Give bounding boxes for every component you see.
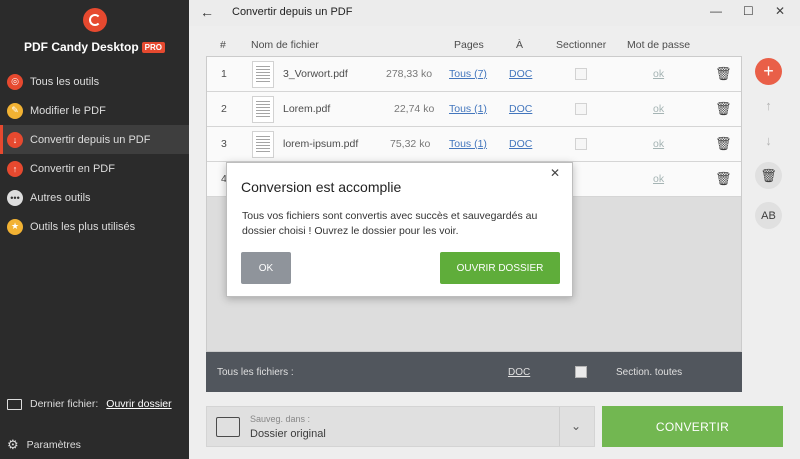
pro-badge: PRO [141, 42, 166, 53]
sidebar-item-label: Convertir en PDF [30, 162, 115, 175]
open-folder-link[interactable]: Ouvrir dossier [106, 398, 171, 410]
last-file-label: Dernier fichier: [30, 398, 99, 410]
sidebar: PDF Candy Desktop PRO ◎ Tous les outils ✎… [0, 0, 189, 459]
edit-icon: ✎ [7, 102, 23, 119]
convert-from-icon: ↓ [7, 131, 23, 148]
dialog-message: Tous vos fichiers sont convertis avec su… [242, 210, 538, 237]
candy-logo-icon [82, 8, 107, 32]
brand-name: PDF Candy Desktop PRO [0, 40, 189, 54]
dialog-title: Conversion est accomplie [241, 179, 402, 195]
settings-button[interactable]: ⚙ Paramètres [0, 437, 189, 453]
folder-icon [7, 398, 22, 410]
conversion-complete-dialog: ✕ Conversion est accomplie Tous vos fich… [226, 162, 573, 297]
close-icon[interactable]: ✕ [550, 166, 560, 180]
logo: PDF Candy Desktop PRO [0, 8, 189, 54]
sidebar-item-convert-to-pdf[interactable]: ↑ Convertir en PDF [0, 154, 189, 183]
sidebar-item-edit-pdf[interactable]: ✎ Modifier le PDF [0, 96, 189, 125]
sidebar-item-label: Outils les plus utilisés [30, 220, 136, 233]
sidebar-nav: ◎ Tous les outils ✎ Modifier le PDF ↓ Co… [0, 67, 189, 241]
page-title: Convertir depuis un PDF [232, 6, 353, 18]
brand-text: PDF Candy Desktop [23, 40, 139, 54]
candy-icon: ◎ [7, 73, 23, 90]
convert-to-icon: ↑ [7, 160, 23, 177]
last-file: Dernier fichier: Ouvrir dossier [0, 398, 189, 410]
star-icon: ★ [7, 218, 23, 235]
sidebar-item-other-tools[interactable]: ••• Autres outils [0, 183, 189, 212]
maximize-icon[interactable]: ☐ [743, 4, 754, 18]
sidebar-item-most-used[interactable]: ★ Outils les plus utilisés [0, 212, 189, 241]
sidebar-item-convert-from-pdf[interactable]: ↓ Convertir depuis un PDF [0, 125, 189, 154]
dots-icon: ••• [7, 189, 23, 206]
sidebar-item-all-tools[interactable]: ◎ Tous les outils [0, 67, 189, 96]
open-folder-button[interactable]: OUVRIR DOSSIER [440, 252, 560, 284]
back-arrow-icon[interactable]: ← [200, 4, 214, 20]
ok-button[interactable]: OK [241, 252, 291, 284]
sidebar-item-label: Convertir depuis un PDF [30, 133, 151, 146]
gear-icon: ⚙ [7, 437, 19, 452]
minimize-icon[interactable]: — [710, 4, 722, 18]
sidebar-item-label: Autres outils [30, 191, 91, 204]
title-bar: ← Convertir depuis un PDF — ☐ ✕ [189, 0, 800, 26]
sidebar-item-label: Tous les outils [30, 75, 100, 88]
settings-label: Paramètres [26, 439, 81, 451]
sidebar-item-label: Modifier le PDF [30, 104, 106, 117]
close-window-icon[interactable]: ✕ [775, 4, 785, 18]
